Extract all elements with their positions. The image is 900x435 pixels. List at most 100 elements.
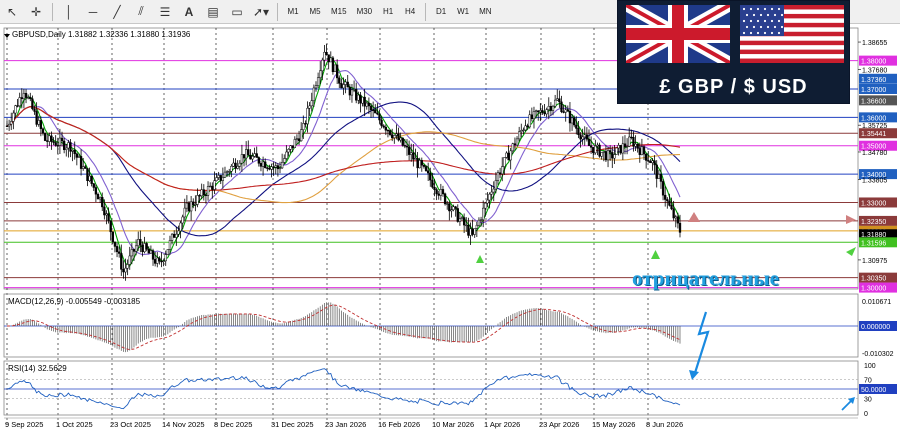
uk-flag-icon	[626, 5, 730, 63]
chart-header: GBPUSD,Daily 1.31882 1.32336 1.31880 1.3…	[12, 30, 191, 39]
candle-body	[524, 125, 527, 131]
macd-zero-label: 0.000000	[861, 324, 890, 331]
candle-body	[257, 157, 260, 164]
candle-body	[162, 260, 165, 262]
cursor-icon[interactable]: ↖	[0, 2, 24, 22]
candle-body	[342, 84, 345, 89]
candle-body	[266, 167, 269, 169]
candle-body	[458, 218, 462, 222]
candle-body	[300, 129, 303, 142]
price-tag-label: 1.35441	[861, 131, 886, 138]
green-up-triangle	[651, 250, 660, 259]
timeframe-m30[interactable]: M30	[352, 2, 378, 22]
candle-body	[92, 183, 95, 188]
candle-body	[418, 160, 421, 169]
candle-body	[391, 134, 394, 139]
candle-body	[181, 216, 184, 224]
crosshair-icon[interactable]: ✛	[24, 2, 48, 22]
candle-body	[90, 175, 93, 184]
horizontal-line-icon[interactable]: ─	[81, 2, 105, 22]
candle-body	[251, 156, 254, 160]
candle-body	[566, 109, 569, 112]
candle-body	[664, 194, 667, 200]
candle-body	[619, 145, 622, 154]
equidistant-channel-icon[interactable]: ⫽	[129, 2, 153, 22]
candle-body	[672, 208, 675, 219]
candle-body	[215, 177, 218, 181]
date-label: 10 Mar 2026	[432, 420, 474, 429]
candle-body	[321, 59, 324, 72]
red-up-triangle	[688, 212, 700, 222]
price-tag-label: 1.30350	[861, 276, 886, 283]
candle-body	[587, 138, 591, 146]
candle-body	[505, 152, 508, 158]
candle-body	[522, 129, 525, 132]
us-flag-star	[752, 13, 756, 17]
macd-axis-label: 0.010671	[862, 299, 891, 306]
candle-body	[570, 117, 574, 124]
candle-body	[194, 204, 197, 206]
candle-body	[149, 250, 153, 254]
candle-body	[173, 233, 176, 238]
candle-body	[244, 149, 248, 159]
timeframe-m5[interactable]: M5	[304, 2, 326, 22]
candle-body	[274, 165, 277, 168]
text-icon[interactable]: A	[177, 2, 201, 22]
candle-body	[407, 146, 411, 155]
us-flag-star	[756, 19, 760, 23]
candle-body	[323, 51, 326, 61]
fibonacci-icon[interactable]: ☰	[153, 2, 177, 22]
candle-body	[48, 135, 51, 142]
candle-body	[594, 145, 597, 154]
rectangle-icon[interactable]: ▭	[225, 2, 249, 22]
rsi-mid-label: 50.0000	[861, 387, 886, 394]
us-flag-star	[742, 19, 746, 23]
candle-body	[454, 206, 457, 209]
candle-body	[310, 100, 313, 107]
candle-body	[230, 165, 233, 172]
arrows-icon[interactable]: ➚▾	[249, 2, 273, 22]
candle-body	[482, 207, 485, 221]
candle-body	[204, 194, 208, 196]
candle-body	[473, 228, 476, 235]
candle-body	[141, 244, 144, 253]
text-label-icon[interactable]: ▤	[201, 2, 225, 22]
timeframe-mn[interactable]: MN	[474, 2, 496, 22]
candle-body	[448, 203, 451, 212]
candle-body	[596, 144, 599, 147]
timeframe-m15[interactable]: M15	[326, 2, 352, 22]
ma-mid-line	[6, 70, 681, 256]
candle-body	[515, 138, 519, 146]
candle-body	[105, 213, 108, 216]
candle-body	[314, 85, 318, 89]
timeframe-w1[interactable]: W1	[452, 2, 474, 22]
candle-body	[278, 167, 282, 170]
candle-body	[10, 121, 13, 125]
candle-body	[160, 260, 163, 263]
candle-body	[640, 146, 644, 155]
candle-body	[435, 189, 438, 195]
candle-body	[496, 172, 500, 181]
date-label: 1 Apr 2026	[484, 420, 520, 429]
candle-body	[393, 135, 396, 139]
candle-body	[221, 177, 225, 181]
candle-body	[158, 257, 161, 262]
timeframe-d1[interactable]: D1	[430, 2, 452, 22]
timeframe-h1[interactable]: H1	[377, 2, 399, 22]
trendline-icon[interactable]: ╱	[105, 2, 129, 22]
candle-body	[623, 143, 627, 148]
candle-body	[602, 151, 605, 153]
candle-body	[553, 99, 557, 107]
candle-body	[60, 137, 64, 142]
timeframe-m1[interactable]: M1	[282, 2, 304, 22]
timeframe-h4[interactable]: H4	[399, 2, 421, 22]
vertical-line-icon[interactable]: │	[57, 2, 81, 22]
candle-body	[401, 137, 404, 146]
candle-body	[469, 228, 472, 236]
candle-body	[562, 111, 565, 113]
candle-body	[549, 105, 553, 111]
candle-body	[329, 57, 332, 63]
candle-body	[69, 142, 72, 152]
candle-body	[153, 259, 157, 264]
candle-body	[71, 149, 74, 152]
